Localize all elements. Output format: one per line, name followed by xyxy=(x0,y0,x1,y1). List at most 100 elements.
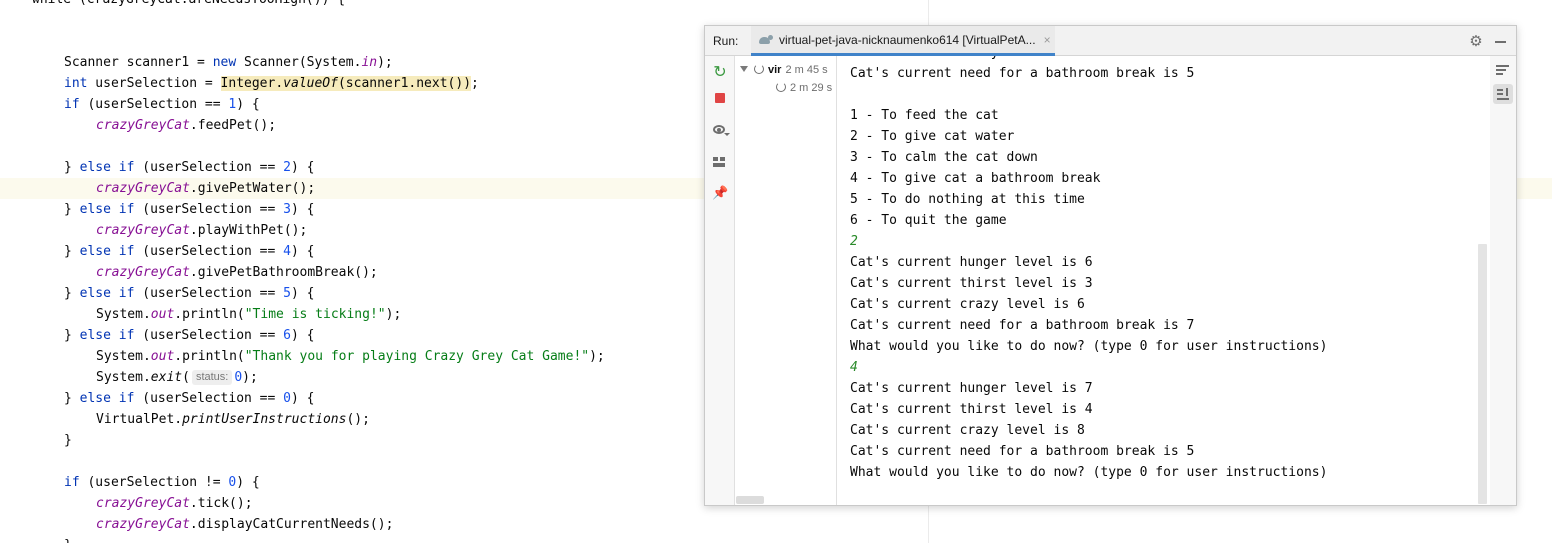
console-line: Cat's current hunger level is 7 xyxy=(850,381,1093,396)
code-token: else if xyxy=(79,328,135,343)
code-line[interactable]: Scanner scanner1 = new Scanner(System.in… xyxy=(64,52,393,73)
gear-icon[interactable]: ⚙ xyxy=(1468,33,1484,49)
code-token: 2 xyxy=(283,160,291,175)
code-line[interactable]: crazyGreyCat.givePetWater(); xyxy=(96,178,315,199)
minimize-icon[interactable] xyxy=(1495,41,1506,43)
console-line: Cat's current thirst level is 4 xyxy=(850,402,1093,417)
run-right-toolbar xyxy=(1490,56,1516,505)
close-tab-icon[interactable]: × xyxy=(1044,33,1051,47)
tree-child-time: 2 m 29 s xyxy=(790,82,833,94)
code-token: System. xyxy=(96,370,151,385)
code-line[interactable]: } else if (userSelection == 3) { xyxy=(64,199,314,220)
stop-icon[interactable] xyxy=(712,90,728,106)
run-label: Run: xyxy=(713,34,739,48)
code-line[interactable]: crazyGreyCat.feedPet(); xyxy=(96,115,276,136)
code-token: Scanner scanner1 = xyxy=(64,55,213,70)
code-token: exit xyxy=(150,370,183,385)
tree-root-row[interactable]: vir 2 m 45 s xyxy=(736,62,828,78)
code-line[interactable]: while (crazyGreyCat.areNeedsTooHigh()) { xyxy=(32,0,345,10)
code-line[interactable]: } xyxy=(64,535,72,543)
code-token: ) { xyxy=(291,160,315,175)
console-line: Cat's current need for a bathroom break … xyxy=(850,318,1195,333)
console-line: 1 - To feed the cat xyxy=(850,108,999,123)
code-token: 4 xyxy=(283,244,291,259)
layout-icon[interactable] xyxy=(712,154,728,170)
code-token: .playWithPet(); xyxy=(189,223,308,238)
spinner-icon xyxy=(776,82,786,92)
console-line: 3 - To calm the cat down xyxy=(850,150,1038,165)
run-tool-window: Run: virtual-pet-java-nicknaumenko614 [V… xyxy=(704,25,1517,506)
code-line[interactable]: } else if (userSelection == 4) { xyxy=(64,241,314,262)
console-line: Cat's current need for a bathroom break … xyxy=(850,66,1195,81)
code-token: ) { xyxy=(291,328,315,343)
code-token: ) { xyxy=(291,286,315,301)
code-token: 6 xyxy=(283,328,291,343)
run-header: Run: virtual-pet-java-nicknaumenko614 [V… xyxy=(705,26,1516,56)
code-line[interactable]: } else if (userSelection == 5) { xyxy=(64,283,314,304)
code-token: .println( xyxy=(174,307,245,322)
code-line[interactable]: if (userSelection != 0) { xyxy=(64,472,260,493)
code-token: System. xyxy=(96,307,151,322)
code-token: else if xyxy=(79,244,135,259)
code-line[interactable]: VirtualPet.printUserInstructions(); xyxy=(96,409,370,430)
code-token: ); xyxy=(242,370,258,385)
code-line[interactable]: } else if (userSelection == 2) { xyxy=(64,157,314,178)
soft-wrap-icon[interactable] xyxy=(1495,62,1511,78)
console-line: Cat's current hunger level is 6 xyxy=(850,255,1093,270)
code-line[interactable]: crazyGreyCat.playWithPet(); xyxy=(96,220,307,241)
code-line[interactable]: System.exit(status: 0); xyxy=(96,367,258,388)
code-line[interactable]: } else if (userSelection == 6) { xyxy=(64,325,314,346)
code-line[interactable]: crazyGreyCat.givePetBathroomBreak(); xyxy=(96,262,378,283)
spinner-icon xyxy=(754,64,764,74)
code-token: (userSelection == xyxy=(79,97,229,112)
code-line[interactable]: System.out.println("Time is ticking!"); xyxy=(96,304,401,325)
code-token: userSelection = xyxy=(87,76,221,91)
code-line[interactable]: System.out.println("Thank you for playin… xyxy=(96,346,605,367)
console-scrollbar[interactable] xyxy=(1478,244,1487,504)
console-line: 4 - To give cat a bathroom break xyxy=(850,171,1101,186)
code-line[interactable]: } else if (userSelection == 0) { xyxy=(64,388,314,409)
scroll-to-end-icon[interactable] xyxy=(1493,84,1513,104)
expand-arrow-icon[interactable] xyxy=(740,66,748,72)
code-line[interactable]: int userSelection = Integer.valueOf(scan… xyxy=(64,73,479,94)
code-token: valueOf xyxy=(283,76,338,91)
code-token: while (crazyGreyCat.areNeedsTooHigh()) { xyxy=(32,0,345,7)
code-token: ) { xyxy=(291,244,315,259)
console-line: Cat's current crazy level is 6 xyxy=(850,56,1085,63)
code-token: int xyxy=(64,76,88,91)
code-token: 0 xyxy=(234,370,243,385)
code-token: if xyxy=(64,97,80,112)
code-token: printUserInstructions xyxy=(182,412,347,427)
code-token: Scanner(System. xyxy=(236,55,362,70)
code-token: } xyxy=(64,244,80,259)
code-token: .displayCatCurrentNeeds(); xyxy=(189,517,394,532)
code-token: else if xyxy=(79,391,135,406)
tree-child-row[interactable]: 2 m 29 s xyxy=(776,80,832,96)
pin-icon[interactable]: 📌 xyxy=(712,186,728,202)
tree-horizontal-scrollbar[interactable] xyxy=(736,496,764,504)
code-token: new xyxy=(212,55,237,70)
code-line[interactable]: } xyxy=(64,430,72,451)
code-token: 0 xyxy=(283,391,291,406)
code-token: } xyxy=(64,160,80,175)
eye-icon[interactable] xyxy=(712,122,730,138)
code-token: ( xyxy=(182,370,190,385)
code-token: out xyxy=(150,307,175,322)
code-token: else if xyxy=(79,202,135,217)
run-config-tab[interactable]: virtual-pet-java-nicknaumenko614 [Virtua… xyxy=(751,26,1055,56)
console-output[interactable]: Cat's current crazy level is 6 Cat's curr… xyxy=(838,56,1478,505)
code-token: .givePetBathroomBreak(); xyxy=(189,265,378,280)
code-token: 3 xyxy=(283,202,291,217)
code-line[interactable]: crazyGreyCat.tick(); xyxy=(96,493,253,514)
code-token: crazyGreyCat xyxy=(96,517,190,532)
code-token: VirtualPet. xyxy=(96,412,183,427)
code-token: Integer. xyxy=(220,76,284,91)
rerun-icon[interactable]: ↻ xyxy=(712,64,728,80)
console-line: What would you like to do now? (type 0 f… xyxy=(850,339,1328,354)
code-token: ; xyxy=(471,76,479,91)
run-left-toolbar: ↻ 📌 xyxy=(705,56,735,505)
code-line[interactable]: crazyGreyCat.displayCatCurrentNeeds(); xyxy=(96,514,393,535)
code-token: 5 xyxy=(283,286,291,301)
code-token: } xyxy=(64,391,80,406)
code-line[interactable]: if (userSelection == 1) { xyxy=(64,94,260,115)
